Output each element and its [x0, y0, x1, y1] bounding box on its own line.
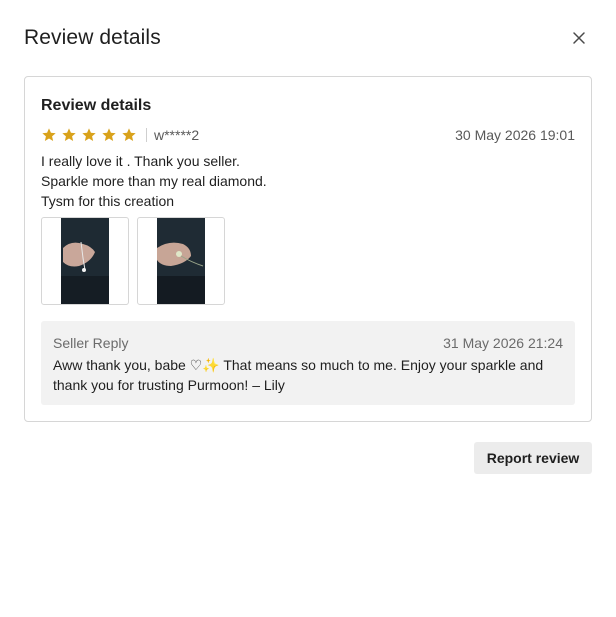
close-icon — [573, 32, 585, 44]
review-text-line: Tysm for this creation — [41, 193, 175, 209]
star-icon — [62, 128, 76, 141]
review-date: 30 May 2026 19:01 — [455, 127, 575, 143]
review-heading: Review details — [41, 97, 152, 114]
seller-reply: Seller Reply 31 May 2026 21:24 Aww thank… — [41, 321, 575, 405]
divider — [146, 128, 147, 142]
report-review-button[interactable]: Report review — [474, 442, 592, 474]
star-icon — [82, 128, 96, 141]
star-rating — [41, 127, 137, 143]
review-text: I really love it . Thank you seller. Spa… — [41, 151, 267, 211]
star-icon — [122, 128, 136, 141]
reviewer-name: w*****2 — [154, 127, 200, 143]
seller-reply-date: 31 May 2026 21:24 — [443, 335, 563, 351]
review-photo-2[interactable] — [137, 217, 225, 305]
seller-reply-line: Aww thank you, babe ♡✨ That means so muc… — [53, 357, 544, 373]
review-photos — [41, 217, 225, 305]
seller-reply-line: thank you for trusting Purmoon! – Lily — [53, 377, 285, 393]
star-icon — [102, 128, 116, 141]
review-photo-1[interactable] — [41, 217, 129, 305]
page-title: Review details — [24, 26, 161, 49]
close-button[interactable] — [570, 29, 588, 47]
star-icon — [42, 128, 56, 141]
seller-reply-text: Aww thank you, babe ♡✨ That means so muc… — [53, 355, 567, 395]
review-text-line: Sparkle more than my real diamond. — [41, 173, 267, 189]
review-text-line: I really love it . Thank you seller. — [41, 153, 240, 169]
review-card: Review details w*****2 30 May 2026 19:01… — [24, 76, 592, 422]
seller-reply-label: Seller Reply — [53, 335, 129, 351]
